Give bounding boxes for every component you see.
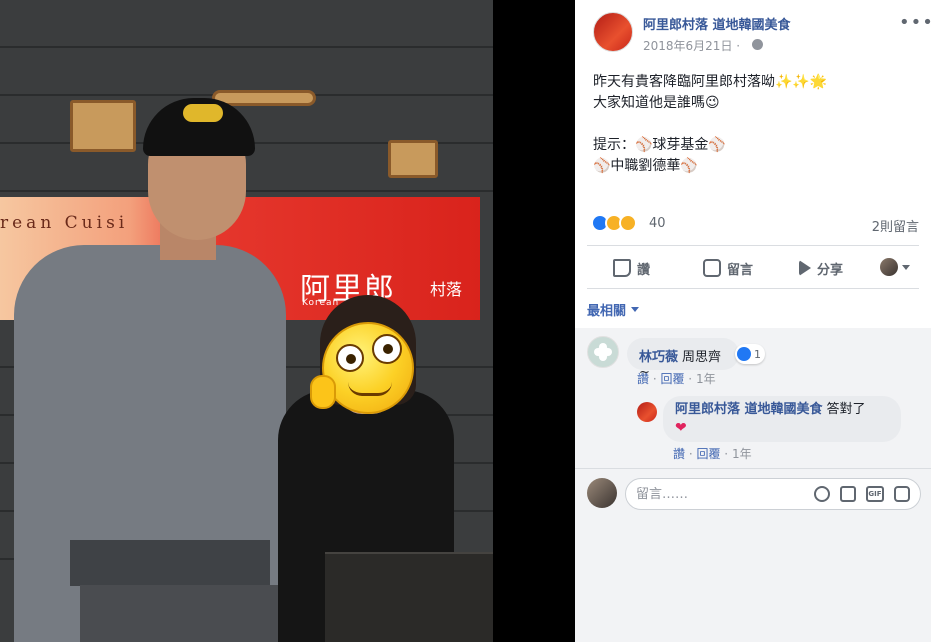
- like-reaction-icon: [737, 347, 751, 361]
- viewer-avatar: [880, 258, 898, 276]
- sign-korean-label: Korean: [302, 298, 340, 308]
- shell-frame-decoration: [388, 140, 438, 178]
- chevron-down-icon: [902, 264, 910, 270]
- emoji-thumbs-up-icon: [310, 375, 336, 409]
- share-button[interactable]: 分享: [799, 256, 843, 280]
- globe-icon: [752, 39, 763, 50]
- comment-label: 留言: [727, 262, 754, 278]
- reply-author-link[interactable]: 阿里郎村落 道地韓國美食: [675, 402, 823, 417]
- comment-count-link[interactable]: 2則留言: [872, 216, 919, 235]
- comment-icon: [703, 259, 721, 277]
- wow-reaction-icon: [619, 214, 637, 232]
- emoji-pupil: [346, 354, 356, 364]
- reply-time[interactable]: 1年: [732, 447, 752, 461]
- man-shirt-band: [70, 540, 270, 586]
- man-pants: [80, 585, 280, 642]
- cap-logo: [183, 104, 223, 122]
- reply-text: 答對了: [826, 402, 866, 417]
- reaction-count[interactable]: 40: [649, 216, 666, 231]
- flower-frame-decoration: [70, 100, 136, 152]
- sign-english-text: rean Cuisi: [0, 213, 129, 233]
- reply-bubble: 阿里郎村落 道地韓國美食 答對了 ❤: [663, 396, 901, 442]
- lightbox-background: [493, 0, 575, 642]
- gif-icon[interactable]: GIF: [866, 486, 884, 502]
- page-name-link[interactable]: 阿里郎村落 道地韓國美食: [643, 14, 791, 33]
- sign-chinese-small-text: 村落: [430, 280, 463, 299]
- sort-label: 最相關: [587, 304, 627, 319]
- chevron-down-icon: [631, 307, 640, 312]
- heart-icon: ❤: [675, 420, 687, 436]
- comment-reply-link[interactable]: 回覆: [660, 372, 684, 386]
- comment-meta: 讚 · 回覆 · 1年: [637, 372, 716, 386]
- post-side-panel: 阿里郎村落 道地韓國美食 2018年6月21日 · ••• 昨天有貴客降臨阿里郎…: [575, 0, 931, 642]
- viewer-avatar: [587, 478, 617, 508]
- reply-like-link[interactable]: 讚: [673, 447, 685, 461]
- reply-reply-link[interactable]: 回覆: [696, 447, 720, 461]
- share-icon: [799, 260, 811, 276]
- post-photo[interactable]: rean Cuisi 阿里郎 村落 Korean: [0, 0, 493, 642]
- reply-author-avatar[interactable]: [637, 402, 657, 422]
- comment-author-link[interactable]: 林巧薇: [639, 350, 678, 365]
- post-date-link[interactable]: 2018年6月21日 ·: [643, 37, 740, 54]
- comment-input[interactable]: [636, 486, 796, 502]
- camera-icon[interactable]: [840, 486, 856, 502]
- comment-reactions[interactable]: 1: [735, 344, 765, 364]
- face-cover-emoji-icon: [322, 322, 414, 414]
- counter: [325, 552, 493, 642]
- divider: [575, 468, 931, 469]
- post-as-selector[interactable]: [880, 258, 910, 276]
- comment-time[interactable]: 1年: [696, 372, 716, 386]
- divider: [587, 288, 919, 289]
- screen: rean Cuisi 阿里郎 村落 Korean 阿里郎村落 道地韓國美食 20…: [0, 0, 931, 642]
- comment-button[interactable]: 留言: [703, 256, 753, 280]
- like-label: 讚: [637, 262, 651, 278]
- emoji-pupil: [383, 344, 393, 354]
- stone-wall: [0, 0, 493, 48]
- flower-icon: [597, 346, 609, 358]
- share-label: 分享: [817, 262, 844, 278]
- divider: [587, 245, 919, 246]
- comment-sort-dropdown[interactable]: 最相關: [587, 300, 640, 319]
- stone-wall: [0, 48, 493, 96]
- like-button[interactable]: 讚: [613, 256, 650, 280]
- thumbs-up-icon: [613, 259, 631, 277]
- reaction-icons[interactable]: [591, 214, 647, 234]
- reply-meta: 讚 · 回覆 · 1年: [673, 447, 752, 461]
- emoji-icon[interactable]: [814, 486, 830, 502]
- more-options-icon[interactable]: •••: [899, 12, 931, 33]
- page-avatar[interactable]: [593, 12, 633, 52]
- sticker-icon[interactable]: [894, 486, 910, 502]
- composer-tools: GIF: [814, 486, 910, 502]
- comment-like-link[interactable]: 讚: [637, 372, 649, 386]
- comment-composer[interactable]: GIF: [625, 478, 921, 510]
- post-text: 昨天有貴客降臨阿里郎村落呦✨✨🌟 大家知道他是誰嗎😉 提示：⚾球芽基金⚾ ⚾中職…: [593, 74, 828, 174]
- comment-reaction-count: 1: [754, 347, 761, 361]
- comment-bubble: 林巧薇 周思齊~: [627, 338, 739, 380]
